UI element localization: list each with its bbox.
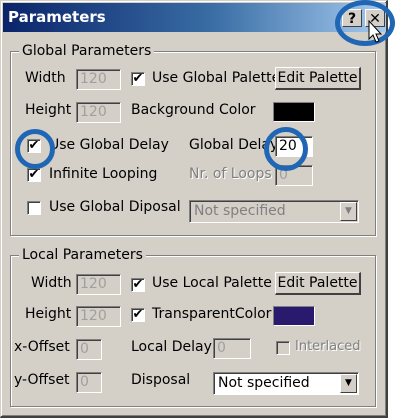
global-edit-palette-button[interactable]: Edit Palette xyxy=(275,67,361,90)
x-offset-field[interactable]: 0 xyxy=(76,339,102,360)
use-global-palette-label[interactable]: Use Global Palette xyxy=(152,70,280,86)
infinite-looping-label[interactable]: Infinite Looping xyxy=(49,166,157,182)
use-global-delay-label[interactable]: Use Global Delay xyxy=(49,137,169,153)
x-offset-label: x-Offset xyxy=(14,339,70,355)
local-parameters-legend: Local Parameters xyxy=(19,247,146,263)
global-width-field[interactable]: 120 xyxy=(76,69,121,90)
local-width-field[interactable]: 120 xyxy=(76,274,121,295)
transparent-color-swatch[interactable] xyxy=(273,306,315,326)
global-parameters-legend: Global Parameters xyxy=(19,43,155,59)
local-disposal-select[interactable]: Not specified ▼ xyxy=(213,372,359,395)
use-local-palette-checkbox[interactable]: ✔ xyxy=(131,278,145,292)
transparent-color-checkbox[interactable]: ✔ xyxy=(131,308,145,322)
global-width-label: Width xyxy=(25,70,66,86)
local-edit-palette-button[interactable]: Edit Palette xyxy=(275,272,361,295)
local-disposal-label: Disposal xyxy=(131,372,191,388)
local-delay-label: Local Delay xyxy=(131,339,212,355)
chevron-down-icon[interactable]: ▼ xyxy=(340,374,357,393)
title-bar[interactable]: Parameters ? ✕ xyxy=(3,3,386,32)
transparent-color-label[interactable]: TransparentColor xyxy=(152,306,271,322)
nr-of-loops-label: Nr. of Loops xyxy=(189,166,272,182)
use-global-disposal-label[interactable]: Use Global Diposal xyxy=(49,199,181,215)
y-offset-field[interactable]: 0 xyxy=(76,372,102,393)
background-color-swatch[interactable] xyxy=(273,102,315,122)
local-disposal-value: Not specified xyxy=(218,375,310,391)
background-color-label: Background Color xyxy=(131,102,256,118)
parameters-dialog: Parameters ? ✕ Global Parameters Width 1… xyxy=(0,0,388,418)
use-global-disposal-checkbox[interactable] xyxy=(27,201,41,215)
arrow-cursor-icon xyxy=(368,20,383,43)
global-parameters-group: Global Parameters Width 120 ✔ Use Global… xyxy=(10,43,376,236)
local-parameters-group: Local Parameters Width 120 ✔ Use Local P… xyxy=(10,247,376,407)
chevron-down-icon[interactable]: ▼ xyxy=(340,202,357,221)
infinite-looping-checkbox[interactable]: ✔ xyxy=(27,168,41,182)
use-local-palette-label[interactable]: Use Local Palette xyxy=(152,275,272,291)
use-global-palette-checkbox[interactable]: ✔ xyxy=(131,72,145,86)
local-width-label: Width xyxy=(31,275,72,291)
global-height-label: Height xyxy=(25,102,72,118)
delay-field-highlight-ring xyxy=(264,127,308,171)
local-height-label: Height xyxy=(25,306,72,322)
local-height-field[interactable]: 120 xyxy=(76,306,121,327)
global-disposal-select[interactable]: Not specified ▼ xyxy=(189,200,359,223)
interlaced-label: Interlaced xyxy=(295,339,361,354)
global-disposal-value: Not specified xyxy=(194,203,286,219)
window-title: Parameters xyxy=(8,8,106,26)
local-delay-field[interactable]: 0 xyxy=(213,338,251,359)
close-highlight-ring xyxy=(335,0,395,46)
y-offset-label: y-Offset xyxy=(14,372,70,388)
delay-checkbox-highlight-ring xyxy=(15,129,55,169)
interlaced-checkbox[interactable] xyxy=(276,341,290,355)
global-height-field[interactable]: 120 xyxy=(76,102,121,123)
